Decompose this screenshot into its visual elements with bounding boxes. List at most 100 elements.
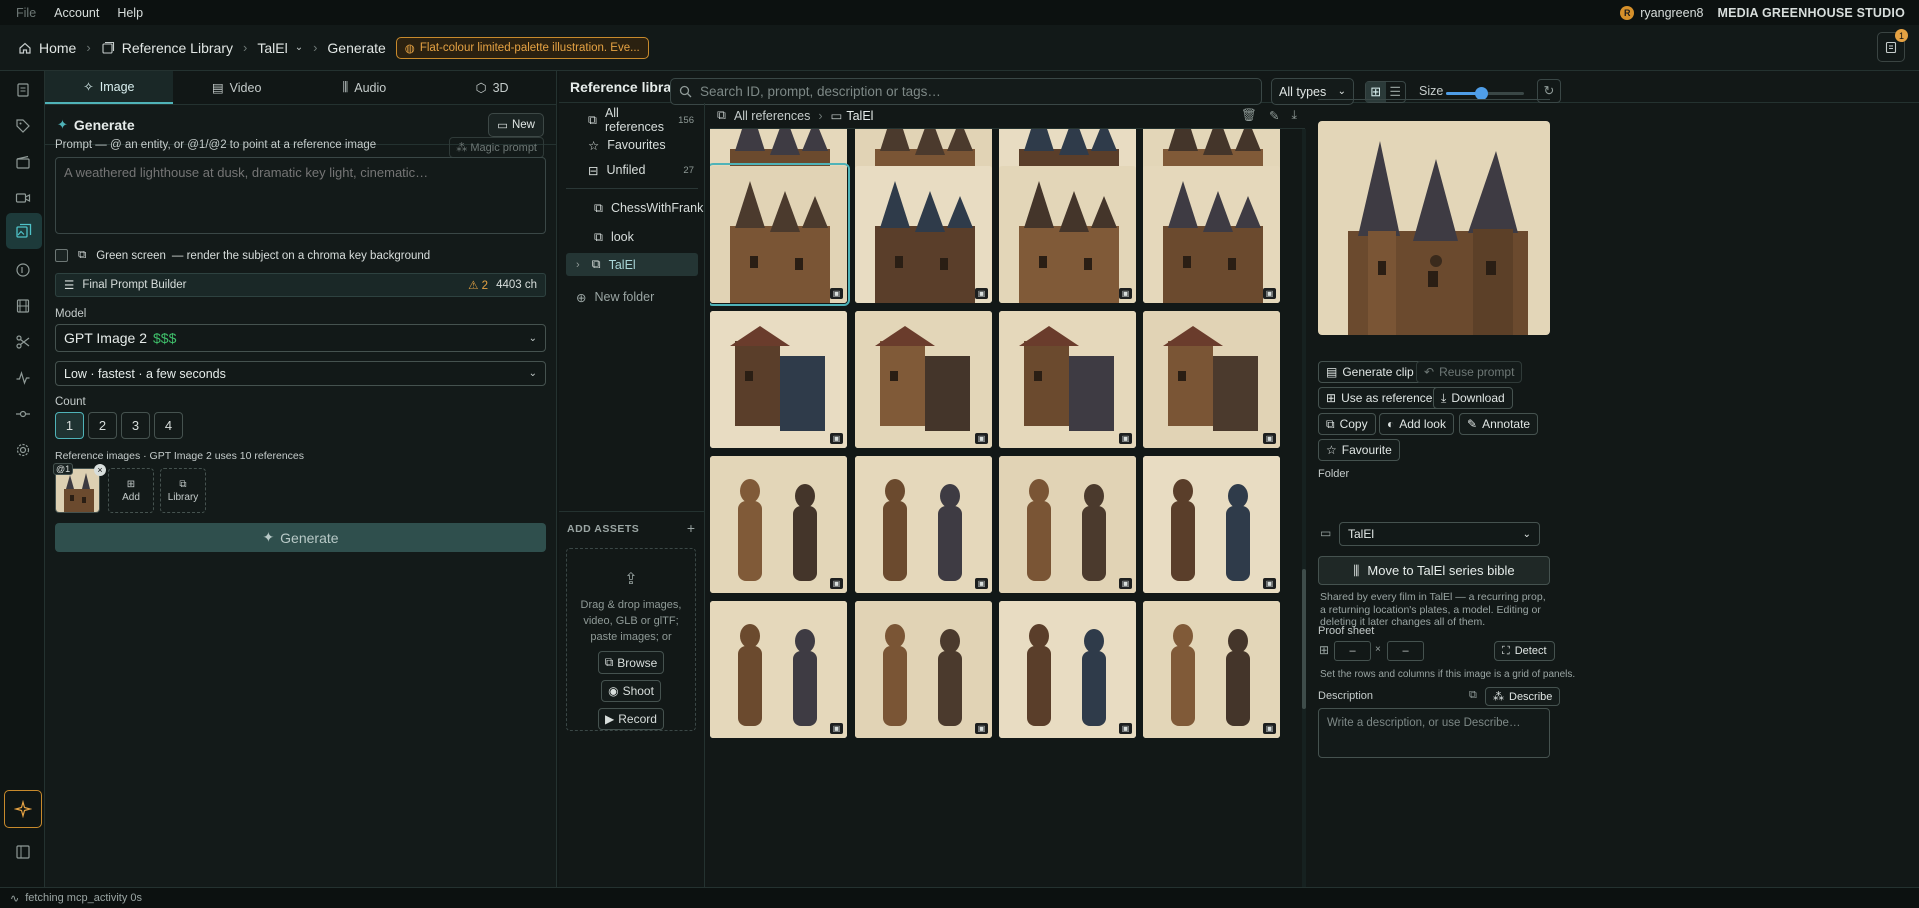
dropzone[interactable]: ⇪ Drag & drop images, video, GLB or glTF… xyxy=(566,548,696,731)
tab-audio[interactable]: ⫼ Audio xyxy=(301,71,429,104)
edit-icon[interactable]: ✎ xyxy=(1269,108,1279,123)
image-tile[interactable]: ▣ xyxy=(855,601,992,738)
project-talel[interactable]: › ⧉ TalEl xyxy=(566,253,698,276)
scrollbar-thumb[interactable] xyxy=(1302,569,1306,709)
image-tile[interactable]: ▣ xyxy=(999,311,1136,448)
prompt-style-pill[interactable]: ◍ Flat-colour limited-palette illustrati… xyxy=(395,36,649,59)
menu-file[interactable]: File xyxy=(16,6,36,20)
tab-3d[interactable]: ⬡ 3D xyxy=(428,71,556,104)
folder-favourites[interactable]: ☆ Favourites xyxy=(566,133,698,157)
folder-select-value: TalEl xyxy=(1348,527,1375,541)
new-button[interactable]: ▭ New xyxy=(488,112,544,137)
favourite-button[interactable]: ☆ Favourite xyxy=(1318,439,1400,461)
cols-input[interactable]: – xyxy=(1387,641,1424,661)
image-tile[interactable]: ▣ xyxy=(855,311,992,448)
menu-help[interactable]: Help xyxy=(117,6,143,20)
project-look[interactable]: ⧉ look xyxy=(566,225,698,249)
rail-film[interactable] xyxy=(10,293,36,319)
copy-icon[interactable]: ⧉ xyxy=(1469,689,1477,702)
chevron-right-icon[interactable]: › xyxy=(576,259,580,271)
new-folder-button[interactable]: ⊕ New folder xyxy=(566,285,698,309)
crumb-home[interactable]: Home xyxy=(18,40,76,56)
rail-video[interactable] xyxy=(10,185,36,211)
image-tile[interactable]: ▣ xyxy=(710,311,847,448)
rail-settings[interactable] xyxy=(10,437,36,463)
count-option-1[interactable]: 1 xyxy=(55,412,84,439)
rail-library[interactable] xyxy=(6,213,42,249)
count-option-4[interactable]: 4 xyxy=(154,412,183,439)
quality-select[interactable]: Low · fastest · a few seconds ⌄ xyxy=(55,361,546,386)
user-menu[interactable]: Rryangreen8 xyxy=(1620,5,1704,20)
image-tile[interactable]: ▣ xyxy=(855,456,992,593)
folder-all-references[interactable]: ⧉ All references 156 xyxy=(566,106,698,134)
green-screen-checkbox[interactable] xyxy=(55,249,68,262)
move-to-series-bible-button[interactable]: ⫼ Move to TalEl series bible xyxy=(1318,556,1550,585)
image-tile[interactable]: ▣ xyxy=(855,166,992,303)
download-icon[interactable]: ⤓ xyxy=(1291,108,1297,123)
download-button[interactable]: ⤓ Download xyxy=(1433,387,1513,409)
menu-account[interactable]: Account xyxy=(54,6,99,20)
type-filter-select[interactable]: All types ⌄ xyxy=(1271,78,1354,105)
remove-reference-button[interactable]: × xyxy=(94,464,106,476)
folder-select[interactable]: TalEl ⌄ xyxy=(1339,522,1540,546)
rail-scissors[interactable] xyxy=(10,329,36,355)
castle-preview xyxy=(1318,121,1550,335)
tab-image[interactable]: ✧ Image xyxy=(45,71,173,104)
crumb-library[interactable]: Reference Library xyxy=(101,40,233,56)
rail-document[interactable] xyxy=(10,77,36,103)
image-tile[interactable]: ▣ xyxy=(710,456,847,593)
rail-tag[interactable] xyxy=(10,113,36,139)
image-tile[interactable]: ▣ xyxy=(999,601,1136,738)
add-look-button[interactable]: ◐ Add look xyxy=(1379,413,1454,435)
rail-activity[interactable] xyxy=(10,365,36,391)
plus-icon[interactable]: + xyxy=(687,520,695,536)
image-tile[interactable]: ▣ xyxy=(999,166,1136,303)
generate-clip-button[interactable]: ▤ Generate clip xyxy=(1318,361,1422,383)
record-button[interactable]: ▶ Record xyxy=(598,708,664,730)
rail-generate[interactable] xyxy=(4,790,42,828)
prompt-input[interactable] xyxy=(55,157,546,234)
tab-video[interactable]: ▤ Video xyxy=(173,71,301,104)
rail-clapper[interactable] xyxy=(10,149,36,175)
magic-prompt-button[interactable]: ⁂ Magic prompt xyxy=(449,137,544,158)
annotate-button[interactable]: ✎ Annotate xyxy=(1459,413,1539,435)
folder-unfiled[interactable]: ⊟ Unfiled 27 xyxy=(566,158,698,182)
crumb-project[interactable]: TalEl ⌄ xyxy=(257,40,303,56)
image-tile[interactable]: ▣ xyxy=(1143,456,1280,593)
image-tile[interactable]: ▣ xyxy=(710,601,847,738)
generate-button[interactable]: ✦ Generate xyxy=(55,523,546,552)
image-tile[interactable]: ▣ xyxy=(1143,166,1280,303)
project-chesswithfrank[interactable]: ⧉ ChessWithFrank xyxy=(566,196,703,220)
image-tile[interactable]: ▣ xyxy=(1143,311,1280,448)
model-select[interactable]: GPT Image 2 $$$ ⌄ xyxy=(55,324,546,352)
browse-button[interactable]: ⧉ Browse xyxy=(597,651,665,674)
rail-disc[interactable] xyxy=(10,257,36,283)
image-tile[interactable]: ▣ xyxy=(999,456,1136,593)
search-input[interactable]: Search ID, prompt, description or tags… xyxy=(670,78,1262,105)
dropzone-text: Drag & drop images, video, GLB or glTF; … xyxy=(580,599,682,643)
image-tile[interactable]: ▣ xyxy=(710,163,850,306)
shoot-button[interactable]: ◉ Shoot xyxy=(601,680,661,702)
scrollbar[interactable] xyxy=(1302,129,1306,887)
rail-collapse[interactable] xyxy=(10,839,36,865)
description-input[interactable]: Write a description, or use Describe… xyxy=(1318,708,1550,758)
use-as-reference-button[interactable]: ⊞ Use as reference xyxy=(1318,387,1441,409)
size-slider[interactable] xyxy=(1446,87,1524,100)
copy-button[interactable]: ⧉ Copy xyxy=(1318,413,1376,435)
final-prompt-builder[interactable]: ☰ Final Prompt Builder ⚠ 2 4403 ch xyxy=(55,273,546,297)
rail-commit[interactable] xyxy=(10,401,36,427)
trash-icon[interactable]: 🗑 xyxy=(1241,108,1257,123)
count-option-2[interactable]: 2 xyxy=(88,412,117,439)
rows-input[interactable]: – xyxy=(1334,641,1371,661)
crumb-generate[interactable]: Generate xyxy=(327,40,385,56)
describe-button[interactable]: ⁂ Describe xyxy=(1485,687,1561,706)
favourite-label: Favourite xyxy=(1341,443,1392,457)
add-reference-button[interactable]: ⊞ Add xyxy=(108,468,154,513)
count-option-3[interactable]: 3 xyxy=(121,412,150,439)
detect-button[interactable]: ⛶ Detect xyxy=(1494,641,1555,661)
reuse-prompt-button[interactable]: ↶ Reuse prompt xyxy=(1416,361,1523,383)
library-reference-button[interactable]: ⧉ Library xyxy=(160,468,206,513)
image-tile[interactable]: ▣ xyxy=(1143,601,1280,738)
notifications-button[interactable]: 1 xyxy=(1877,29,1908,62)
breadcrumb-all[interactable]: All references xyxy=(734,109,810,123)
